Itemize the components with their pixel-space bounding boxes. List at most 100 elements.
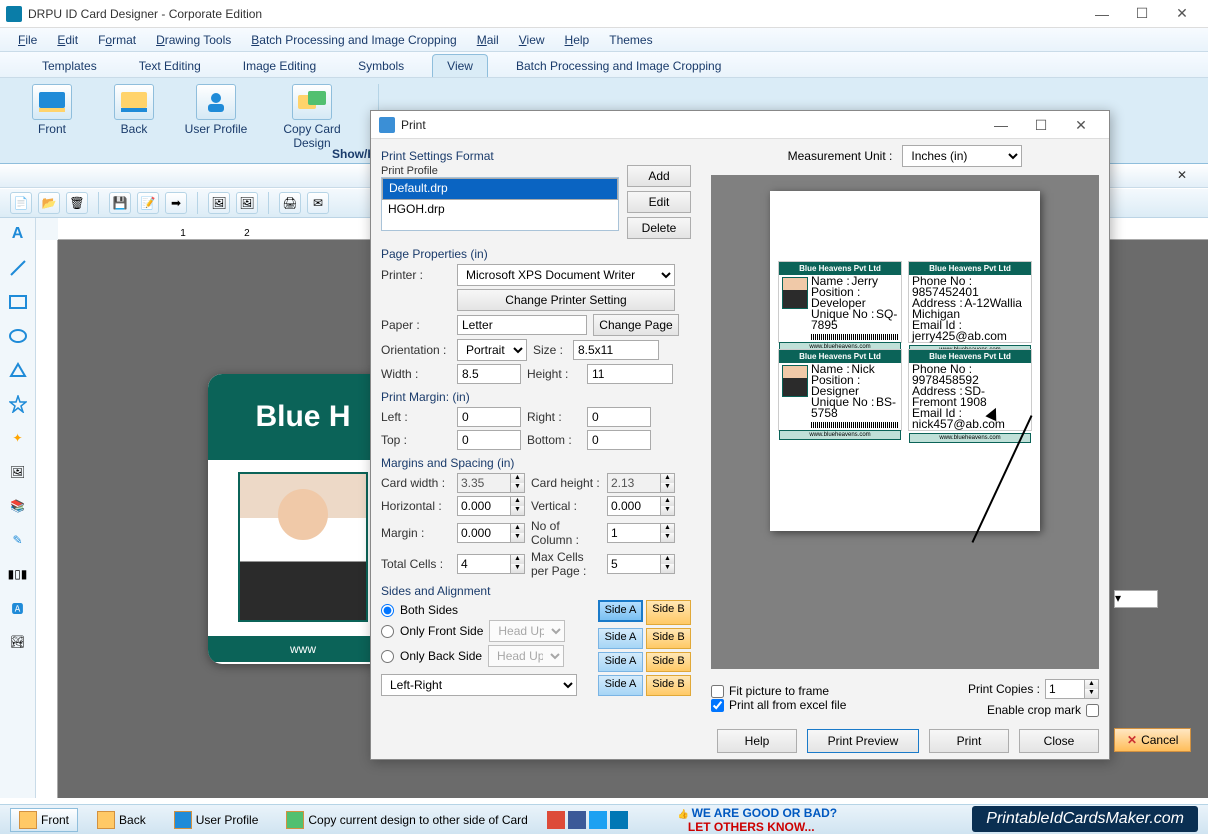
vertical-spinner[interactable]: ▲▼ [607, 496, 675, 516]
enable-crop-checkbox[interactable] [1086, 704, 1099, 717]
delete-button[interactable]: Delete [627, 217, 691, 239]
library-tool-icon[interactable]: 📚 [8, 496, 28, 516]
status-back-button[interactable]: Back [88, 808, 155, 832]
line-tool-icon[interactable] [8, 258, 28, 278]
tab-batch[interactable]: Batch Processing and Image Cropping [502, 55, 735, 77]
ribbon-back-button[interactable]: Back [102, 84, 166, 163]
nocol-spinner[interactable]: ▲▼ [607, 523, 675, 543]
side-b-4[interactable]: Side B [646, 675, 691, 696]
print-button[interactable]: Print [929, 729, 1009, 753]
menu-themes[interactable]: Themes [601, 31, 660, 49]
margin-spinner[interactable]: ▲▼ [457, 523, 525, 543]
both-sides-radio[interactable] [381, 604, 394, 617]
tab-image-editing[interactable]: Image Editing [229, 55, 330, 77]
status-front-button[interactable]: Front [10, 808, 78, 832]
google-plus-icon[interactable] [547, 811, 565, 829]
paper-input[interactable] [457, 315, 587, 335]
status-user-profile-button[interactable]: User Profile [165, 808, 268, 832]
menu-batch[interactable]: Batch Processing and Image Cropping [243, 31, 464, 49]
image-back-icon[interactable]: 🖼 [236, 192, 258, 214]
profile-hgoh[interactable]: HGOH.drp [382, 200, 618, 218]
watermark-tool-icon[interactable]: 🅰 [8, 598, 28, 618]
minimize-button[interactable]: — [1082, 0, 1122, 28]
close-button[interactable]: ✕ [1162, 0, 1202, 28]
ellipse-tool-icon[interactable] [8, 326, 28, 346]
delete-icon[interactable]: 🗑 [66, 192, 88, 214]
horizontal-spinner[interactable]: ▲▼ [457, 496, 525, 516]
side-a-3[interactable]: Side A [598, 652, 643, 673]
menu-help[interactable]: Help [557, 31, 598, 49]
image-front-icon[interactable]: 🖼 [208, 192, 230, 214]
tab-text-editing[interactable]: Text Editing [125, 55, 215, 77]
copies-spinner[interactable]: ▲▼ [1045, 679, 1099, 699]
fit-picture-checkbox[interactable] [711, 685, 724, 698]
rect-tool-icon[interactable] [8, 292, 28, 312]
print-excel-checkbox[interactable] [711, 699, 724, 712]
print-icon[interactable]: 🖨 [279, 192, 301, 214]
menu-mail[interactable]: Mail [469, 31, 507, 49]
text-tool-icon[interactable]: A [8, 224, 28, 244]
edit-button[interactable]: Edit [627, 191, 691, 213]
printer-select[interactable]: Microsoft XPS Document Writer [457, 264, 675, 286]
close-dialog-button[interactable]: Close [1019, 729, 1099, 753]
width-input[interactable] [457, 364, 521, 384]
tab-symbols[interactable]: Symbols [344, 55, 418, 77]
ribbon-front-button[interactable]: Front [20, 84, 84, 163]
mail-icon[interactable]: ✉ [307, 192, 329, 214]
left-input[interactable] [457, 407, 521, 427]
bottom-input[interactable] [587, 430, 651, 450]
cancel-button[interactable]: ✕Cancel [1114, 728, 1191, 752]
leftright-select[interactable]: Left-Right [381, 674, 577, 696]
dialog-maximize[interactable]: ☐ [1021, 111, 1061, 139]
change-printer-button[interactable]: Change Printer Setting [457, 289, 675, 311]
menu-edit[interactable]: Edit [49, 31, 86, 49]
help-button[interactable]: Help [717, 729, 797, 753]
status-copy-design-button[interactable]: Copy current design to other side of Car… [277, 808, 536, 832]
facebook-icon[interactable] [568, 811, 586, 829]
height-input[interactable] [587, 364, 673, 384]
side-b-1[interactable]: Side B [646, 600, 691, 625]
card-width-spinner[interactable]: ▲▼ [457, 473, 525, 493]
image-tool-icon[interactable]: 🖼 [8, 462, 28, 482]
linkedin-icon[interactable] [610, 811, 628, 829]
tab-view[interactable]: View [432, 54, 488, 77]
close-panel-icon[interactable]: ✕ [1174, 168, 1190, 184]
sign-tool-icon[interactable]: ✎ [8, 530, 28, 550]
barcode-tool-icon[interactable]: ▮▯▮ [8, 564, 28, 584]
menu-format[interactable]: Format [90, 31, 144, 49]
profile-default[interactable]: Default.drp [382, 178, 618, 200]
menu-view[interactable]: View [511, 31, 553, 49]
export-icon[interactable]: ➡ [165, 192, 187, 214]
save-icon[interactable]: 💾 [109, 192, 131, 214]
menu-file[interactable]: File [10, 31, 45, 49]
side-a-1[interactable]: Side A [598, 600, 643, 622]
triangle-tool-icon[interactable] [8, 360, 28, 380]
add-button[interactable]: Add [627, 165, 691, 187]
dialog-close[interactable]: ✕ [1061, 111, 1101, 139]
side-b-2[interactable]: Side B [646, 628, 691, 649]
print-preview-button[interactable]: Print Preview [807, 729, 919, 753]
right-dropdown[interactable]: ▾ [1114, 590, 1158, 608]
totalcells-spinner[interactable]: ▲▼ [457, 554, 525, 574]
shape-tool-icon[interactable]: ✦ [8, 428, 28, 448]
right-input[interactable] [587, 407, 651, 427]
card-height-spinner[interactable]: ▲▼ [607, 473, 675, 493]
twitter-icon[interactable] [589, 811, 607, 829]
profile-list[interactable]: Default.drp HGOH.drp [381, 177, 619, 231]
side-a-4[interactable]: Side A [598, 675, 643, 696]
back-only-radio[interactable] [381, 650, 394, 663]
side-b-3[interactable]: Side B [646, 652, 691, 673]
bg-tool-icon[interactable]: 🏞 [8, 632, 28, 652]
tab-templates[interactable]: Templates [28, 55, 111, 77]
top-input[interactable] [457, 430, 521, 450]
open-icon[interactable]: 📂 [38, 192, 60, 214]
front-only-radio[interactable] [381, 625, 394, 638]
dialog-minimize[interactable]: — [981, 111, 1021, 139]
orientation-select[interactable]: Portrait [457, 339, 527, 361]
side-a-2[interactable]: Side A [598, 628, 643, 649]
new-icon[interactable]: 📄 [10, 192, 32, 214]
size-input[interactable] [573, 340, 659, 360]
maxcells-spinner[interactable]: ▲▼ [607, 554, 675, 574]
saveas-icon[interactable]: 📝 [137, 192, 159, 214]
change-page-button[interactable]: Change Page [593, 314, 679, 336]
